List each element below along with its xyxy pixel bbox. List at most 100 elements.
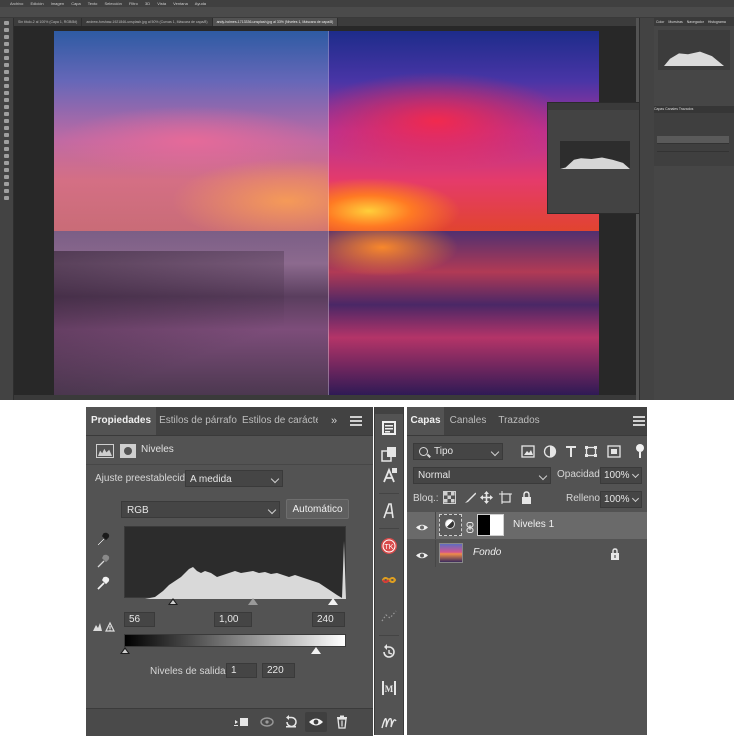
tab-trazados[interactable]: Trazados (493, 407, 545, 435)
eye-icon[interactable] (415, 520, 429, 531)
layer-name[interactable]: Fondo (473, 547, 501, 558)
lm-plugin-icon[interactable]: M (380, 679, 398, 697)
input-gamma-slider[interactable] (247, 598, 258, 605)
sunset-photo[interactable] (54, 31, 599, 395)
input-black-slider[interactable] (167, 598, 178, 605)
tool-icon[interactable] (4, 126, 9, 130)
tool-icon[interactable] (4, 63, 9, 67)
background-layer-thumbnail[interactable] (439, 543, 463, 563)
tool-icon[interactable] (4, 175, 9, 179)
tool-icon[interactable] (4, 98, 9, 102)
clip-to-layer-icon[interactable] (233, 714, 249, 730)
script-m-icon[interactable] (380, 713, 398, 731)
menu-item[interactable]: Capa (71, 1, 81, 6)
auto-button[interactable]: Automático (286, 499, 349, 519)
tool-icon[interactable] (4, 28, 9, 32)
tab-estilos-parrafo[interactable]: Estilos de párrafo (158, 407, 238, 435)
layer-mask-icon[interactable] (120, 444, 136, 458)
infinity-plugin-icon[interactable] (380, 571, 398, 589)
nav-tab[interactable]: Muestras (666, 20, 684, 24)
nav-tab[interactable]: Color (654, 20, 666, 24)
nav-tab[interactable]: Histograma (706, 20, 728, 24)
adjustment-layer-thumbnail[interactable] (439, 514, 462, 536)
tool-icon[interactable] (4, 49, 9, 53)
doc-tab-active[interactable]: andy-holmes-1713336-unsplash.jpg al 33% … (212, 18, 339, 26)
character-panel-icon[interactable] (380, 467, 398, 485)
eye-icon[interactable] (415, 548, 429, 559)
lock-image-pixels-icon[interactable] (464, 491, 477, 504)
menu-item[interactable]: Filtro (129, 1, 138, 6)
preset-select[interactable]: A medida (185, 470, 283, 487)
tool-icon[interactable] (4, 154, 9, 158)
input-white-slider[interactable] (327, 598, 338, 605)
filter-smart-object-icon[interactable] (607, 445, 621, 458)
lock-all-icon[interactable] (520, 491, 533, 504)
auto-clip-icon[interactable] (93, 619, 115, 632)
menu-item[interactable]: Selección (104, 1, 121, 6)
mini-tab[interactable]: Canales (665, 107, 678, 111)
channel-select[interactable]: RGB (121, 501, 280, 518)
tool-icon[interactable] (4, 91, 9, 95)
white-point-eyedropper-icon[interactable] (96, 575, 110, 591)
tool-icon[interactable] (4, 70, 9, 74)
tool-icon[interactable] (4, 168, 9, 172)
properties-panel-icon[interactable] (380, 419, 398, 437)
tool-icon[interactable] (4, 119, 9, 123)
tool-icon[interactable] (4, 77, 9, 81)
tk-plugin-icon[interactable]: TK (380, 537, 398, 555)
tool-icon[interactable] (4, 140, 9, 144)
tool-icon[interactable] (4, 112, 9, 116)
mini-layer-row[interactable] (657, 136, 729, 144)
filter-shape-icon[interactable] (584, 445, 598, 458)
collapse-panels-button[interactable]: » (331, 415, 337, 427)
fill-field[interactable]: 100% (600, 491, 642, 508)
output-black-field[interactable]: 1 (226, 663, 257, 678)
mini-tab[interactable]: Trazados (679, 107, 693, 111)
tab-estilos-caracter[interactable]: Estilos de carácter (240, 407, 318, 435)
input-white-field[interactable]: 240 (312, 612, 345, 627)
menu-item[interactable]: 3D (145, 1, 150, 6)
doc-tab[interactable]: Sin título-2 al 100% (Capa 1, RGB/8#) (14, 18, 83, 26)
tab-canales[interactable]: Canales (447, 407, 489, 435)
tool-icon[interactable] (4, 84, 9, 88)
tool-icon[interactable] (4, 161, 9, 165)
floating-panel-header[interactable] (548, 103, 640, 110)
output-white-field[interactable]: 220 (262, 663, 295, 678)
paragraph-styles-icon[interactable] (380, 502, 398, 520)
reset-icon[interactable] (283, 714, 299, 730)
tab-propiedades[interactable]: Propiedades (86, 407, 156, 435)
tool-icon[interactable] (4, 105, 9, 109)
output-black-slider[interactable] (119, 647, 130, 654)
levels-icon[interactable] (96, 444, 114, 458)
doc-tab[interactable]: andrew-forshaw-1921846-unsplash.jpg al 5… (82, 18, 213, 26)
layer-name[interactable]: Niveles 1 (513, 519, 554, 530)
view-previous-state-icon[interactable] (259, 714, 275, 730)
dock-grabber[interactable] (375, 407, 403, 414)
menu-item[interactable]: Texto (88, 1, 98, 6)
input-black-field[interactable]: 56 (124, 612, 155, 627)
filter-type-icon[interactable] (564, 445, 578, 458)
input-gamma-field[interactable]: 1,00 (214, 612, 252, 627)
gray-point-eyedropper-icon[interactable] (96, 553, 110, 569)
tool-icon[interactable] (4, 42, 9, 46)
lock-position-icon[interactable] (480, 491, 493, 504)
clone-source-icon[interactable] (380, 445, 398, 463)
mini-tab[interactable]: Capas (654, 107, 664, 111)
layer-row-fondo[interactable]: Fondo (407, 540, 647, 567)
layer-filter-select[interactable]: Tipo (413, 443, 503, 460)
opacity-field[interactable]: 100% (600, 467, 642, 484)
tool-icon[interactable] (4, 182, 9, 186)
lock-artboard-icon[interactable] (499, 491, 512, 504)
mini-layer-row[interactable] (657, 144, 729, 152)
menu-item[interactable]: Ayuda (195, 1, 206, 6)
blend-mode-select[interactable]: Normal (413, 467, 551, 484)
trash-icon[interactable] (334, 714, 350, 730)
filter-pixel-icon[interactable] (521, 445, 535, 458)
tool-icon[interactable] (4, 56, 9, 60)
filter-adjustment-icon[interactable] (543, 445, 557, 458)
menu-item[interactable]: Imagen (51, 1, 64, 6)
layer-row-niveles[interactable]: Niveles 1 (407, 512, 647, 539)
history-icon[interactable] (380, 643, 398, 661)
tool-icon[interactable] (4, 35, 9, 39)
tool-icon[interactable] (4, 147, 9, 151)
